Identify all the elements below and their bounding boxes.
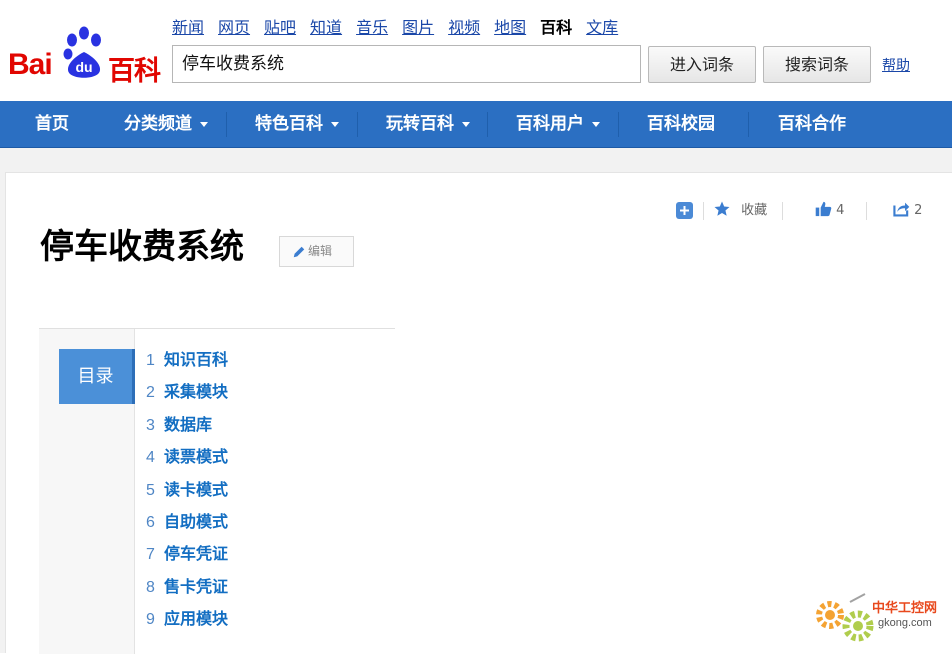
toc-item-number: 3 xyxy=(146,416,155,434)
toc-item-link[interactable]: 自助模式 xyxy=(164,512,228,531)
nav-link-baike-current: 百科 xyxy=(540,18,573,37)
nav-divider xyxy=(226,112,227,137)
nav-link-video[interactable]: 视频 xyxy=(448,17,480,39)
toc-item[interactable]: 7 停车凭证 xyxy=(146,541,228,573)
toc-item[interactable]: 8 售卡凭证 xyxy=(146,574,228,606)
main-nav-label: 百科用户 xyxy=(516,114,584,134)
baidu-baike-logo[interactable]: Bai du 百科 xyxy=(8,26,163,87)
nav-link-map[interactable]: 地图 xyxy=(494,17,526,39)
nav-divider xyxy=(357,112,358,137)
like-count: 4 xyxy=(836,203,845,218)
help-link[interactable]: 帮助 xyxy=(882,55,910,75)
main-nav-label: 特色百科 xyxy=(255,114,323,134)
share-button[interactable]: 2 xyxy=(893,198,922,224)
logo-du-text: du xyxy=(75,59,92,75)
plus-icon xyxy=(676,202,693,219)
main-nav-home[interactable]: 首页 xyxy=(35,101,69,148)
toc-item[interactable]: 2 采集模块 xyxy=(146,379,228,411)
toc-item[interactable]: 1 知识百科 xyxy=(146,347,228,379)
toc-item[interactable]: 4 读票模式 xyxy=(146,444,228,476)
toc-item-link[interactable]: 读卡模式 xyxy=(164,480,228,499)
search-input[interactable]: 停车收费系统 xyxy=(172,45,641,83)
main-nav-users[interactable]: 百科用户 xyxy=(516,101,600,148)
star-icon xyxy=(714,201,730,216)
main-nav-campus[interactable]: 百科校园 xyxy=(647,101,715,148)
nav-link-images[interactable]: 图片 xyxy=(402,17,434,39)
toc-item[interactable]: 6 自助模式 xyxy=(146,509,228,541)
main-nav-categories[interactable]: 分类频道 xyxy=(124,101,208,148)
watermark-title: 中华工控网 xyxy=(872,600,937,616)
action-divider xyxy=(703,202,704,220)
toc-item-link[interactable]: 停车凭证 xyxy=(164,544,228,563)
toc-item[interactable]: 5 读卡模式 xyxy=(146,477,228,509)
nav-divider xyxy=(487,112,488,137)
toc-item[interactable]: 9 应用模块 xyxy=(146,606,228,638)
toc-heading: 目录 xyxy=(59,349,135,404)
toc-item-link[interactable]: 数据库 xyxy=(164,415,212,434)
toc-item-link[interactable]: 读票模式 xyxy=(164,447,228,466)
main-nav-cooperation[interactable]: 百科合作 xyxy=(778,101,846,148)
edit-label: 编辑 xyxy=(308,244,333,258)
toc-item-number: 6 xyxy=(146,513,155,531)
main-nav-bar: 首页 分类频道 特色百科 玩转百科 百科用户 百科校园 百科合作 xyxy=(0,101,952,148)
toc-item-number: 4 xyxy=(146,449,155,467)
nav-link-web[interactable]: 网页 xyxy=(218,17,250,39)
top-header: Bai du 百科 新闻 网页 贴吧 知道 音乐 图片 视频 地图 百科 文库 … xyxy=(0,0,952,101)
nav-link-zhidao[interactable]: 知道 xyxy=(310,17,342,39)
page-title: 停车收费系统 xyxy=(40,227,244,267)
pencil-icon xyxy=(293,246,305,258)
favorite-button[interactable]: 收藏 xyxy=(713,198,767,224)
toc-item-link[interactable]: 售卡凭证 xyxy=(164,577,228,596)
main-nav-label: 百科校园 xyxy=(647,114,715,134)
article-actions: 收藏 4 2 xyxy=(0,198,952,224)
like-button[interactable]: 4 xyxy=(815,198,844,224)
action-divider xyxy=(866,202,867,220)
toc-item-number: 1 xyxy=(146,352,155,369)
favorite-label: 收藏 xyxy=(741,203,768,218)
dropdown-caret-icon xyxy=(200,121,208,127)
nav-divider xyxy=(748,112,749,137)
toc-item-number: 7 xyxy=(146,546,155,564)
main-nav-label: 玩转百科 xyxy=(386,114,454,134)
toc-item-link[interactable]: 采集模块 xyxy=(164,382,228,401)
toc-sidebar: 目录 xyxy=(39,329,135,654)
main-nav-label: 百科合作 xyxy=(778,114,846,134)
main-nav-play[interactable]: 玩转百科 xyxy=(386,101,470,148)
dropdown-caret-icon xyxy=(462,121,470,127)
logo-baike-text: 百科 xyxy=(108,56,161,87)
toc-item[interactable]: 3 数据库 xyxy=(146,412,228,444)
toc-item-number: 9 xyxy=(146,611,155,629)
watermark-url: gkong.com xyxy=(878,617,932,629)
main-nav-featured[interactable]: 特色百科 xyxy=(255,101,339,148)
toc-list: 1 知识百科 2 采集模块 3 数据库 4 读票模式 5 读卡模式 6 自助模式 7 停车凭证… xyxy=(146,347,228,639)
paw-icon: du xyxy=(63,26,101,78)
enter-entry-button[interactable]: 进入词条 xyxy=(648,46,756,83)
nav-link-news[interactable]: 新闻 xyxy=(172,17,204,39)
toc-item-number: 2 xyxy=(146,384,155,402)
edit-button[interactable]: 编辑 xyxy=(279,236,354,267)
share-count: 2 xyxy=(914,203,923,218)
thumbs-up-icon xyxy=(815,201,832,217)
share-icon xyxy=(893,202,910,217)
nav-link-tieba[interactable]: 贴吧 xyxy=(264,17,296,39)
nav-link-wenku[interactable]: 文库 xyxy=(586,17,618,39)
action-divider xyxy=(782,202,783,220)
toc-item-number: 8 xyxy=(146,578,155,596)
search-entry-button[interactable]: 搜索词条 xyxy=(763,46,871,83)
dropdown-caret-icon xyxy=(592,121,600,127)
main-nav-label: 首页 xyxy=(35,114,69,134)
table-of-contents: 目录 1 知识百科 2 采集模块 3 数据库 4 读票模式 5 读卡模式 6 自助模式 7停… xyxy=(39,328,395,654)
main-nav-label: 分类频道 xyxy=(124,114,192,134)
dropdown-caret-icon xyxy=(331,121,339,127)
product-nav: 新闻 网页 贴吧 知道 音乐 图片 视频 地图 百科 文库 xyxy=(172,17,632,39)
toc-item-link[interactable]: 应用模块 xyxy=(164,609,228,628)
toc-item-link[interactable]: 知识百科 xyxy=(164,350,228,369)
logo-bai-text: Bai xyxy=(8,48,53,81)
toc-item-number: 5 xyxy=(146,481,155,499)
add-button[interactable] xyxy=(676,198,693,224)
nav-link-music[interactable]: 音乐 xyxy=(356,17,388,39)
nav-divider xyxy=(618,112,619,137)
gkong-watermark-logo: 中华工控网 gkong.com xyxy=(816,593,937,642)
